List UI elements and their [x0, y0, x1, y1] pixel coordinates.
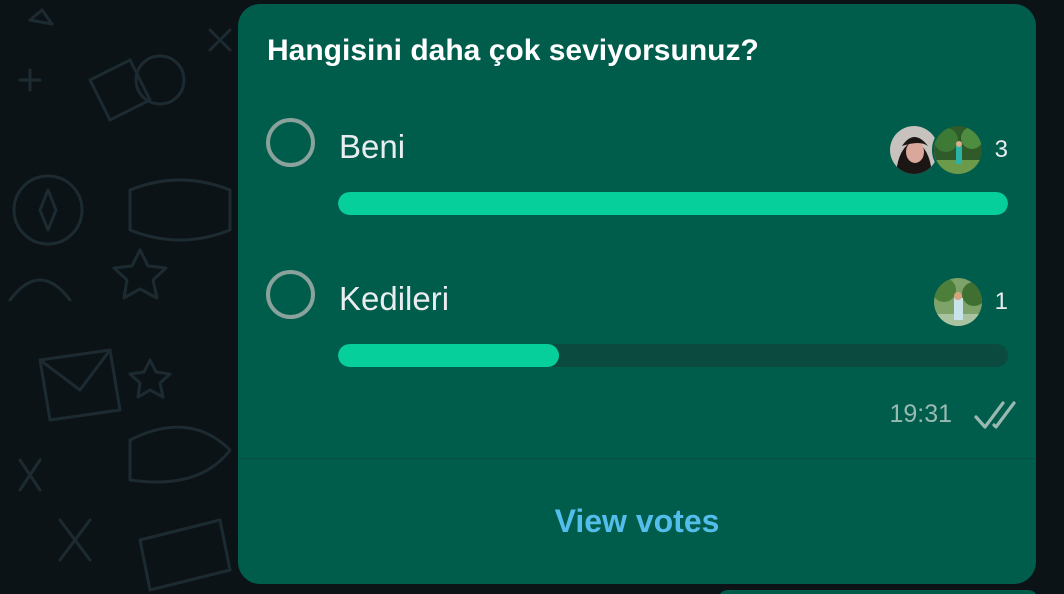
vote-progress-track — [338, 344, 1008, 367]
poll-option-label: Beni — [339, 128, 406, 165]
poll-option-label: Kedileri — [339, 280, 450, 317]
vote-progress-track — [338, 192, 1008, 215]
poll-question: Hangisini daha çok seviyorsunuz? — [267, 34, 759, 67]
chat-background: Hangisini daha çok seviyorsunuz? Beni 3 … — [0, 0, 1064, 594]
poll-message-bubble[interactable]: Hangisini daha çok seviyorsunuz? Beni 3 … — [238, 4, 1036, 584]
vote-count: 1 — [994, 288, 1008, 315]
next-message-bubble-edge — [718, 590, 1038, 594]
view-votes-button[interactable]: View votes — [238, 459, 1036, 584]
voter-avatars — [888, 124, 984, 176]
poll-option-beni[interactable]: Beni 3 — [238, 112, 1036, 222]
double-check-icon — [974, 401, 1016, 429]
message-meta: 19:31 — [862, 398, 1022, 432]
vote-progress-fill — [338, 344, 560, 367]
voter-avatar-3 — [932, 276, 984, 328]
radio-button[interactable] — [266, 118, 315, 167]
voter-avatar-2 — [932, 124, 984, 176]
vote-count: 3 — [994, 136, 1008, 163]
message-time: 19:31 — [889, 400, 952, 428]
vote-progress-fill — [338, 192, 1008, 215]
voter-avatars — [932, 276, 984, 328]
poll-option-kedileri[interactable]: Kedileri 1 — [238, 264, 1036, 374]
radio-button[interactable] — [266, 270, 315, 319]
